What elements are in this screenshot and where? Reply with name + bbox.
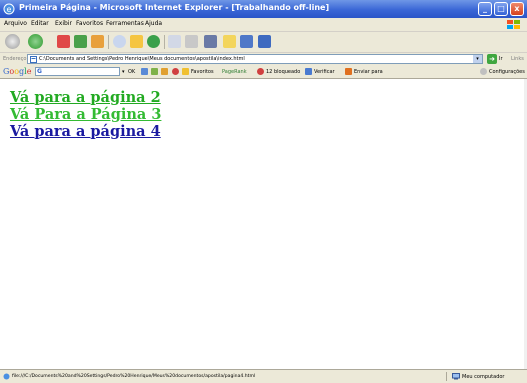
google-favorites-button[interactable]: Favoritos [191, 69, 214, 75]
standard-toolbar [0, 32, 527, 53]
address-label: Endereço [3, 56, 27, 62]
google-search-input[interactable]: G [35, 67, 120, 76]
address-input[interactable]: C:\Documents and Settings\Pedro Henrique… [27, 54, 483, 64]
computer-icon [452, 373, 460, 380]
security-zone: Meu computador [462, 374, 505, 380]
internet-explorer-icon: e [3, 3, 15, 15]
google-search-icon[interactable] [141, 68, 148, 75]
google-dropdown-icon[interactable]: ▾ [122, 69, 125, 75]
close-button[interactable]: x [510, 2, 524, 16]
google-toolbar: Google G ▾ OK Favoritos PageRank 12 bloq… [0, 66, 527, 79]
status-bar: file:///C:/Documents%20and%20Settings/Pe… [0, 369, 527, 383]
popup-blocked-count[interactable]: 12 bloqueado [266, 69, 300, 75]
google-news-icon[interactable] [151, 68, 158, 75]
maximize-button[interactable]: □ [494, 2, 508, 16]
address-bar: Endereço C:\Documents and Settings\Pedro… [0, 53, 527, 67]
link-page-3[interactable]: Vá Para a Página 3 [10, 106, 161, 123]
print-icon[interactable] [185, 35, 198, 48]
links-button[interactable]: Links [511, 56, 524, 62]
page-icon [3, 373, 10, 380]
google-check-button[interactable]: Verificar [314, 69, 335, 75]
forward-icon[interactable] [28, 34, 43, 49]
svg-text:e: e [7, 5, 12, 14]
address-text: C:\Documents and Settings\Pedro Henrique… [39, 56, 245, 62]
menu-item-arquivo[interactable]: Arquivo [4, 20, 27, 27]
menu-item-favoritos[interactable]: Favoritos [76, 20, 103, 27]
menu-bar: Arquivo Editar Exibir Favoritos Ferramen… [0, 18, 527, 32]
google-search-prefix: G [37, 68, 42, 75]
go-button[interactable]: Ir [499, 56, 503, 62]
google-settings-button[interactable]: Configurações [489, 69, 525, 75]
link-page-4[interactable]: Vá para a página 4 [10, 123, 161, 140]
home-icon[interactable] [91, 35, 104, 48]
window-title: Primeira Página - Microsoft Internet Exp… [19, 3, 330, 12]
google-send-button[interactable]: Enviar para [354, 69, 383, 75]
status-text: file:///C:/Documents%20and%20Settings/Pe… [12, 374, 256, 379]
popup-blocker-icon [257, 68, 264, 75]
research-icon[interactable] [240, 35, 253, 48]
edit-icon[interactable] [204, 35, 217, 48]
menu-item-exibir[interactable]: Exibir [55, 20, 72, 27]
mail-icon[interactable] [168, 35, 181, 48]
favorites-star-icon[interactable] [130, 35, 143, 48]
spellcheck-icon [305, 68, 312, 75]
menu-item-ajuda[interactable]: Ajuda [145, 20, 162, 27]
history-icon[interactable] [147, 35, 160, 48]
refresh-icon[interactable] [74, 35, 87, 48]
back-icon[interactable] [5, 34, 20, 49]
send-icon [345, 68, 352, 75]
link-page-2[interactable]: Vá para a página 2 [10, 89, 161, 106]
google-logo: Google [3, 67, 32, 76]
google-pagerank-button[interactable]: PageRank [222, 69, 247, 75]
menu-item-ferramentas[interactable]: Ferramentas [106, 20, 144, 27]
menu-item-editar[interactable]: Editar [31, 20, 49, 27]
search-icon[interactable] [113, 35, 126, 48]
google-block-icon[interactable] [172, 68, 179, 75]
star-icon[interactable] [182, 68, 189, 75]
windows-logo-icon [507, 20, 520, 29]
settings-icon [480, 68, 487, 75]
messenger-icon[interactable] [223, 35, 236, 48]
go-arrow-icon[interactable]: ➜ [487, 54, 497, 64]
stop-icon[interactable] [57, 35, 70, 48]
google-images-icon[interactable] [161, 68, 168, 75]
address-dropdown-icon[interactable]: ▾ [473, 55, 482, 63]
google-ok-button[interactable]: OK [128, 69, 135, 75]
page-content: Vá para a página 2 Vá Para a Página 3 Vá… [0, 79, 527, 369]
page-icon [30, 56, 37, 63]
title-bar: e Primeira Página - Microsoft Internet E… [0, 0, 527, 18]
folder-icon[interactable] [258, 35, 271, 48]
minimize-button[interactable]: _ [478, 2, 492, 16]
